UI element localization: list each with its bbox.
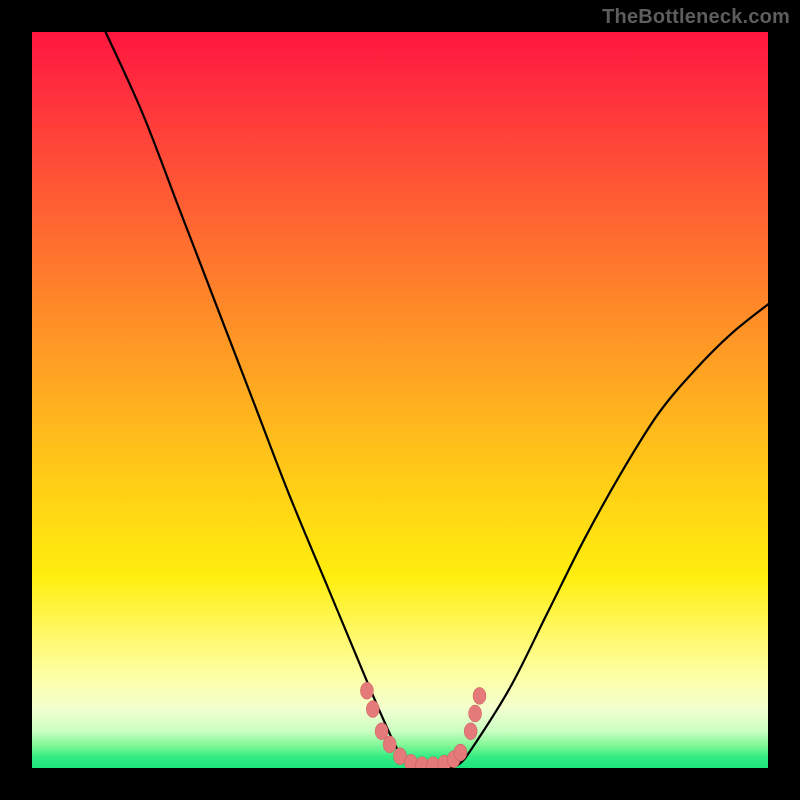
outer-frame: TheBottleneck.com (0, 0, 800, 800)
marker-dot (464, 723, 477, 740)
marker-dot (366, 701, 379, 718)
marker-dot (360, 682, 373, 699)
marker-dot (473, 687, 486, 704)
plot-area (32, 32, 768, 768)
watermark-text: TheBottleneck.com (602, 6, 790, 29)
chart-svg (32, 32, 768, 768)
marker-dot (454, 744, 467, 761)
marker-dot (469, 705, 482, 722)
marker-dot (383, 736, 396, 753)
bottleneck-curve-line (106, 32, 768, 768)
